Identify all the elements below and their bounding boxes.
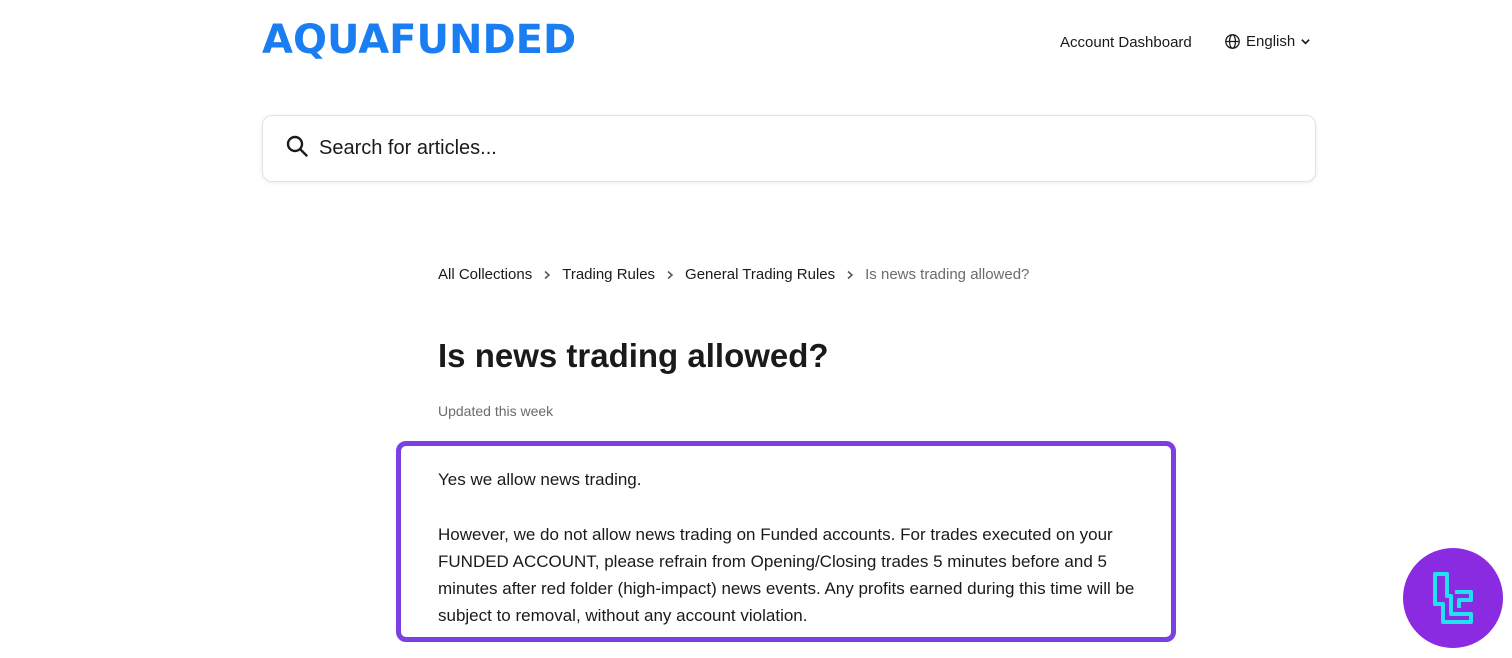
article-paragraph: However, we do not allow news trading on…: [438, 525, 1135, 625]
article-title: Is news trading allowed?: [438, 337, 829, 374]
breadcrumb-general-trading-rules[interactable]: General Trading Rules: [685, 266, 835, 283]
chevron-down-icon: [1300, 36, 1311, 47]
globe-icon: [1224, 33, 1241, 50]
chevron-right-icon: [846, 270, 854, 280]
breadcrumb-trading-rules[interactable]: Trading Rules: [562, 266, 655, 283]
account-dashboard-link[interactable]: Account Dashboard: [1060, 34, 1192, 51]
chevron-right-icon: [666, 270, 674, 280]
search-bar[interactable]: [262, 115, 1316, 182]
page: AQUAFUNDED Account Dashboard English All: [0, 0, 1512, 658]
chevron-right-icon: [543, 270, 551, 280]
tradingfinder-logo-icon: [1403, 548, 1503, 648]
search-icon: [285, 134, 309, 163]
article-paragraph: Yes we allow news trading.: [438, 470, 642, 489]
breadcrumb: All Collections Trading Rules General Tr…: [438, 266, 1029, 283]
brand-logo[interactable]: AQUAFUNDED: [262, 18, 576, 62]
breadcrumb-current: Is news trading allowed?: [865, 266, 1030, 283]
language-selector[interactable]: English: [1224, 33, 1311, 50]
search-input[interactable]: [317, 136, 1221, 161]
breadcrumb-all-collections[interactable]: All Collections: [438, 266, 532, 283]
language-label: English: [1246, 33, 1296, 50]
article-updated: Updated this week: [438, 403, 554, 419]
